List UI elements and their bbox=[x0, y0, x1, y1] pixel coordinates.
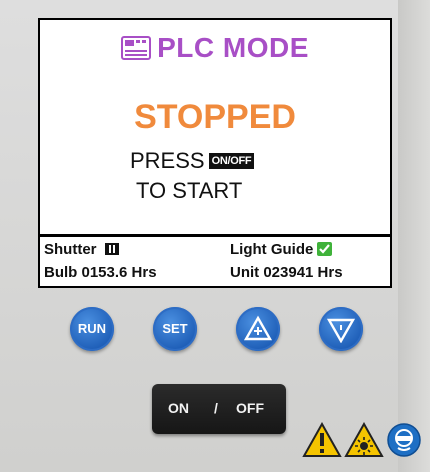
on-off-button[interactable]: ON / OFF bbox=[152, 384, 286, 434]
bright-light-warning-icon bbox=[344, 422, 384, 457]
onoff-chip: ON/OFF bbox=[208, 153, 255, 169]
panel-edge bbox=[398, 0, 430, 472]
unit-hours: Unit 023941 Hrs bbox=[230, 264, 343, 281]
warning-triangle-icon bbox=[302, 422, 342, 457]
on-off-separator: / bbox=[214, 400, 218, 416]
bulb-hours: Bulb 0153.6 Hrs bbox=[44, 264, 157, 281]
press-text: PRESS bbox=[130, 148, 205, 173]
light-guide-status: Light Guide bbox=[230, 241, 333, 258]
press-instruction: PRESS ON/OFF bbox=[130, 148, 255, 174]
set-button[interactable]: SET bbox=[153, 307, 197, 351]
eye-protection-icon bbox=[387, 423, 421, 457]
down-triangle-minus-icon bbox=[327, 318, 355, 343]
on-label: ON bbox=[168, 400, 189, 416]
shutter-status: Shutter bbox=[44, 241, 119, 258]
lcd-display: PLC MODE STOPPED PRESS ON/OFF TO START Sh… bbox=[38, 18, 392, 288]
lcd-status-area: Shutter Light Guide Bulb 0153.6 Hrs Unit… bbox=[40, 237, 390, 286]
run-button[interactable]: RUN bbox=[70, 307, 114, 351]
up-triangle-plus-icon bbox=[244, 315, 272, 341]
mode-title-text: PLC MODE bbox=[157, 32, 309, 63]
start-instruction: TO START bbox=[136, 178, 243, 203]
checkmark-icon bbox=[317, 242, 333, 256]
run-status: STOPPED bbox=[134, 98, 296, 136]
light-guide-label: Light Guide bbox=[230, 241, 314, 258]
up-button[interactable] bbox=[236, 307, 280, 351]
mode-title: PLC MODE bbox=[40, 32, 390, 67]
off-label: OFF bbox=[236, 400, 264, 416]
down-button[interactable] bbox=[319, 307, 363, 351]
shutter-closed-icon bbox=[104, 243, 119, 255]
plc-module-icon bbox=[121, 35, 152, 67]
shutter-label: Shutter bbox=[44, 241, 97, 258]
lcd-main-area: PLC MODE STOPPED PRESS ON/OFF TO START bbox=[40, 20, 390, 234]
